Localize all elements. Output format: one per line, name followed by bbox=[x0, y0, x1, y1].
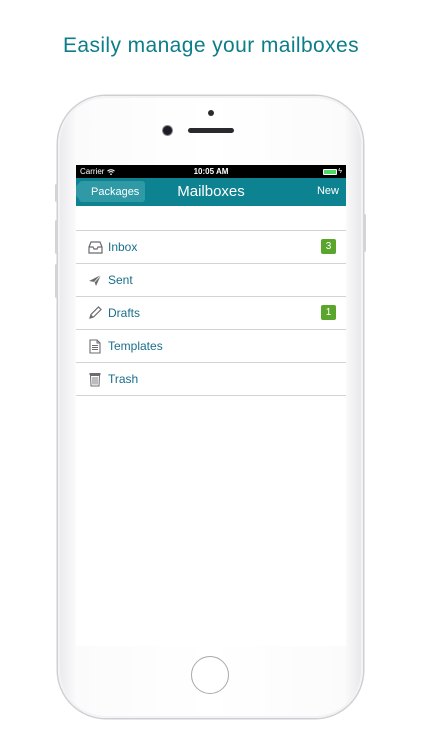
screenshot-page: Easily manage your mailboxes Carrier 10:… bbox=[0, 0, 422, 750]
volume-up-button bbox=[55, 220, 58, 254]
navigation-bar: Packages Mailboxes New bbox=[76, 178, 346, 206]
promo-headline: Easily manage your mailboxes bbox=[62, 34, 359, 57]
pencil-icon bbox=[87, 305, 103, 321]
status-time: 10:05 AM bbox=[193, 167, 229, 176]
paper-plane-icon bbox=[87, 272, 103, 288]
status-battery: ϟ bbox=[323, 168, 342, 175]
mailbox-label: Drafts bbox=[108, 306, 141, 320]
phone-frame: Carrier 10:05 AM ϟ Packages Mailboxes Ne… bbox=[55, 96, 366, 718]
page-title: Mailboxes bbox=[177, 183, 245, 200]
mailbox-label: Templates bbox=[108, 339, 163, 353]
power-button bbox=[363, 214, 366, 252]
home-button[interactable] bbox=[191, 656, 229, 694]
mailbox-list: Inbox 3 Sent Drafts 1 Templates Trash bbox=[76, 230, 346, 396]
mailbox-label: Trash bbox=[108, 372, 139, 386]
inbox-icon bbox=[87, 239, 103, 255]
document-icon bbox=[87, 338, 103, 354]
mailbox-label: Inbox bbox=[108, 240, 138, 254]
mailbox-label: Sent bbox=[108, 273, 133, 287]
mailbox-row-inbox[interactable]: Inbox 3 bbox=[76, 230, 346, 264]
phone-screen: Carrier 10:05 AM ϟ Packages Mailboxes Ne… bbox=[76, 165, 346, 646]
mailbox-row-sent[interactable]: Sent bbox=[76, 264, 346, 297]
draft-count-badge: 1 bbox=[321, 305, 336, 320]
mute-switch bbox=[55, 184, 58, 202]
proximity-sensor bbox=[208, 110, 214, 116]
front-camera bbox=[163, 126, 172, 135]
earpiece-speaker bbox=[188, 128, 234, 133]
new-button[interactable]: New bbox=[317, 185, 339, 197]
volume-down-button bbox=[55, 264, 58, 298]
trash-icon bbox=[87, 371, 103, 387]
mailbox-row-templates[interactable]: Templates bbox=[76, 330, 346, 363]
mailbox-row-trash[interactable]: Trash bbox=[76, 363, 346, 396]
charging-bolt-icon: ϟ bbox=[338, 168, 342, 175]
battery-icon bbox=[323, 168, 338, 175]
mailbox-row-drafts[interactable]: Drafts 1 bbox=[76, 297, 346, 330]
status-bar: Carrier 10:05 AM ϟ bbox=[76, 165, 346, 178]
unread-count-badge: 3 bbox=[321, 239, 336, 254]
